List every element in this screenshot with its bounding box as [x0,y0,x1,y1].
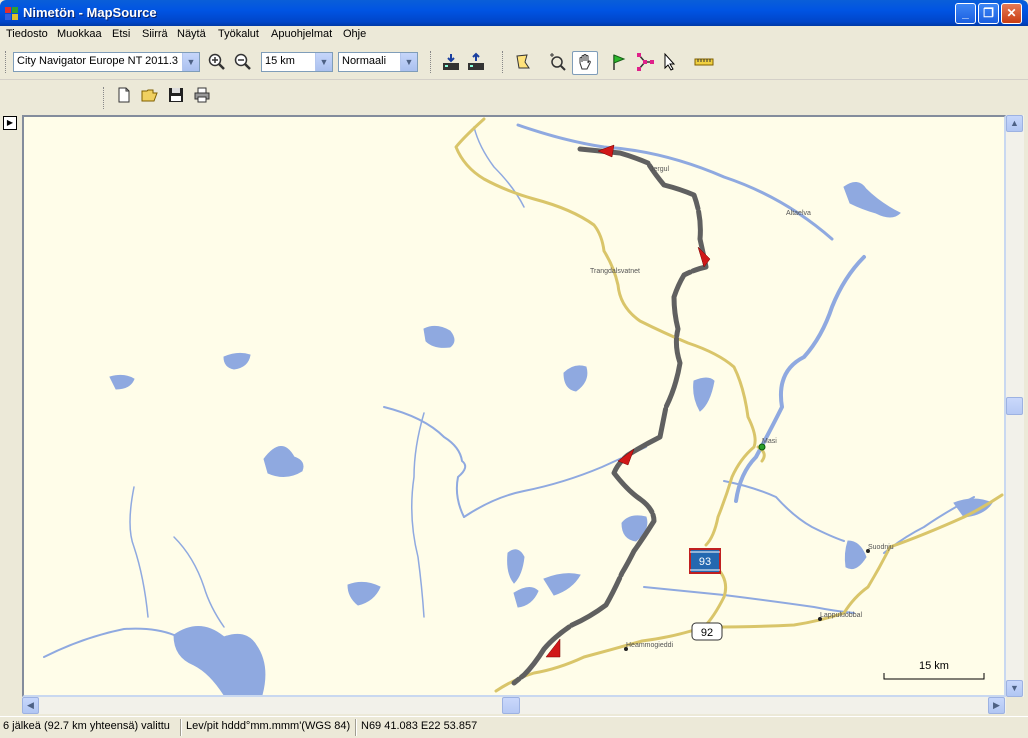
toolbar-grip[interactable] [502,51,505,73]
route-92-label: 92 [701,627,713,639]
scroll-down-icon[interactable]: ▼ [1006,680,1023,697]
route-92-shield: 92 [691,622,723,641]
chevron-down-icon[interactable]: ▼ [315,53,332,71]
menu-siirra[interactable]: Siirrä [142,28,168,40]
detail-level-value: Normaali [342,55,387,67]
place-label-trangdalsvatnet: Trangdalsvatnet [590,268,640,275]
scale-bar-label: 15 km [919,660,949,672]
zoom-out-icon[interactable] [232,52,254,74]
menu-nayta[interactable]: Näytä [177,28,206,40]
map-product-select[interactable]: City Navigator Europe NT 2011.3 ▼ [13,52,200,72]
vertical-scrollbar[interactable]: ▲ ▼ [1006,115,1024,697]
mapsource-app-icon[interactable] [4,5,20,21]
track-line[interactable] [511,146,709,686]
minimize-button[interactable]: _ [955,3,976,24]
place-markers [624,443,870,651]
receive-from-device-icon[interactable] [440,52,462,74]
map-canvas[interactable]: Jergul Altaelva Trangdalsvatnet Masi Suo… [24,117,1004,695]
zoom-tool-icon[interactable] [546,52,568,74]
cursor-coordinates: N69 41.083 E22 53.857 [361,720,478,732]
waypoint-flag-icon[interactable] [608,52,630,74]
chevron-down-icon[interactable]: ▼ [182,53,199,71]
close-button[interactable]: ✕ [1001,3,1022,24]
maximize-button[interactable]: ❐ [978,3,999,24]
expand-panel-icon[interactable]: ▶ [3,116,17,130]
position-format: Lev/pit hddd°mm.mmm'(WGS 84) [186,720,351,732]
selection-status: 6 jälkeä (92.7 km yhteensä) valittu [3,720,170,732]
toolbar-grip[interactable] [103,87,106,109]
place-label-suodnju: Suodnju [868,544,894,551]
main-toolbar: City Navigator Europe NT 2011.3 ▼ 15 km … [0,45,1028,80]
map-view[interactable]: Jergul Altaelva Trangdalsvatnet Masi Suo… [22,115,1006,697]
vertical-scroll-thumb[interactable] [1006,397,1023,415]
open-folder-icon[interactable] [139,86,161,108]
status-bar: 6 jälkeä (92.7 km yhteensä) valittu Lev/… [0,716,1028,738]
window-title: Nimetön - MapSource [23,5,157,20]
route-93-shield: 93 [689,548,721,574]
ruler-icon[interactable] [693,52,715,74]
chevron-down-icon[interactable]: ▼ [400,53,417,71]
scroll-left-icon[interactable]: ◀ [22,697,39,714]
horizontal-scroll-thumb[interactable] [502,697,520,714]
horizontal-scrollbar[interactable]: ◀ ▶ [22,697,1006,714]
zoom-in-icon[interactable] [206,52,228,74]
send-to-device-icon[interactable] [465,52,487,74]
pointer-icon[interactable] [659,52,681,74]
print-icon[interactable] [191,86,213,108]
place-label-jergul: Jergul [650,166,670,173]
new-file-icon[interactable] [113,86,135,108]
side-panel-strip: ▶ [0,114,22,716]
map-product-value: City Navigator Europe NT 2011.3 [17,55,179,67]
route-93-label: 93 [699,556,711,568]
zoom-scale-select[interactable]: 15 km ▼ [261,52,333,72]
status-divider [180,719,182,736]
toolbar-grip[interactable] [5,51,8,73]
place-label-masi: Masi [762,438,777,445]
menu-muokkaa[interactable]: Muokkaa [57,28,102,40]
place-label-altaelva: Altaelva [786,210,811,217]
scroll-right-icon[interactable]: ▶ [988,697,1005,714]
menu-bar: Tiedosto Muokkaa Etsi Siirrä Näytä Työka… [0,26,1028,44]
place-label-lappuluobbal: Lappuluobbal [820,612,862,619]
route-tool-icon[interactable] [634,52,656,74]
zoom-scale-value: 15 km [265,55,295,67]
menu-tiedosto[interactable]: Tiedosto [6,28,48,40]
title-bar: Nimetön - MapSource _ ❐ ✕ [0,0,1028,26]
menu-apuohjelmat[interactable]: Apuohjelmat [271,28,332,40]
file-toolbar [0,81,1028,113]
menu-ohje[interactable]: Ohje [343,28,366,40]
map-tool-icon[interactable] [512,52,534,74]
menu-tyokalut[interactable]: Työkalut [218,28,259,40]
toolbar-grip[interactable] [430,51,433,73]
hand-tool-icon[interactable] [572,51,598,75]
status-divider [355,719,357,736]
place-label-heammogieddi: Heammogieddi [626,642,674,649]
save-icon[interactable] [165,86,187,108]
rivers [43,123,975,658]
menu-etsi[interactable]: Etsi [112,28,130,40]
roads [454,117,1004,693]
scroll-up-icon[interactable]: ▲ [1006,115,1023,132]
detail-level-select[interactable]: Normaali ▼ [338,52,418,72]
scale-bar: 15 km [883,660,985,680]
